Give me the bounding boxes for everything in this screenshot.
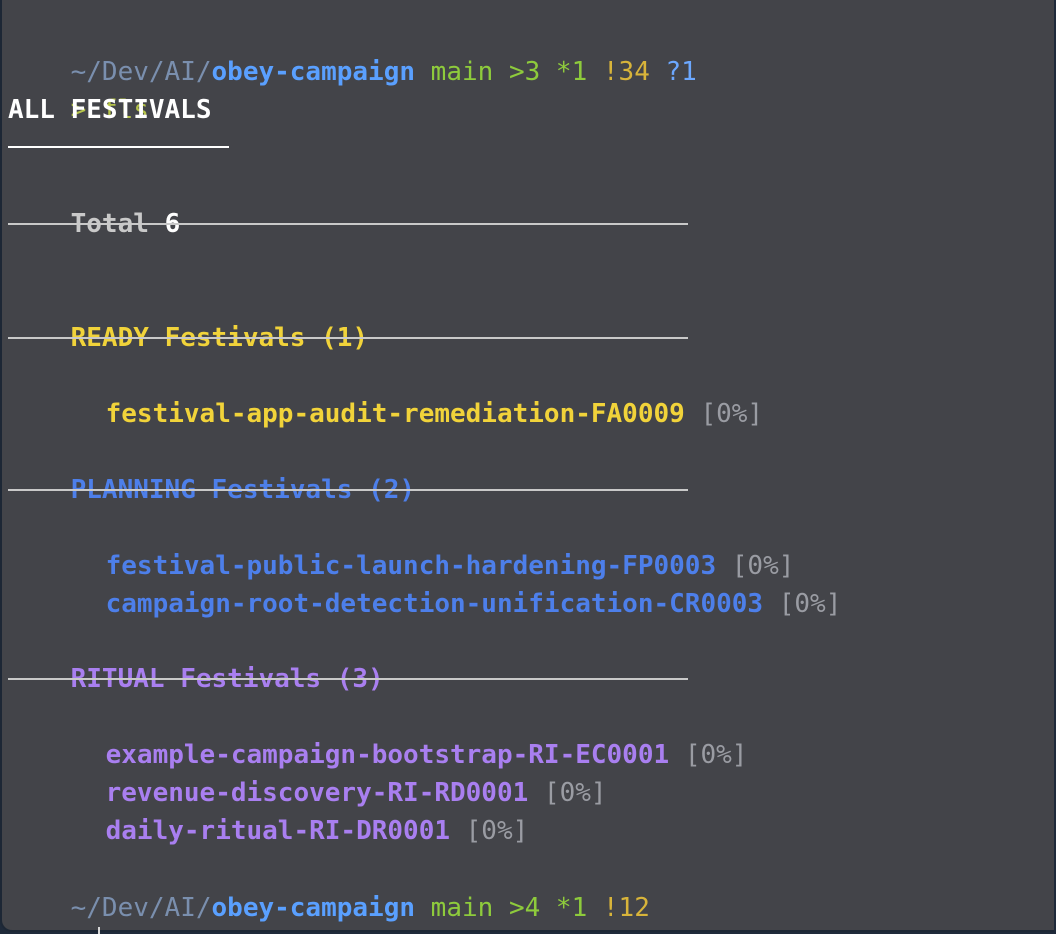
git-branch: main	[430, 57, 494, 87]
git-modified: !34	[602, 57, 650, 87]
group-header-ready: READY Festivals (1)	[8, 281, 368, 353]
group-divider	[8, 337, 688, 339]
list-item: festival-app-audit-remediation-FA0009 [0…	[43, 357, 763, 429]
group-divider	[8, 678, 688, 680]
total-line: Total 6	[8, 167, 181, 239]
input-line[interactable]: >	[8, 889, 101, 934]
festival-name: campaign-root-detection-unification-CR00…	[105, 589, 764, 619]
prompt-repo: obey-campaign	[211, 57, 416, 87]
text-cursor[interactable]	[98, 927, 101, 934]
list-item: daily-ritual-RI-DR0001 [0%]	[43, 774, 529, 846]
list-item: campaign-root-detection-unification-CR00…	[43, 547, 842, 619]
git-untracked: ?1	[665, 57, 697, 87]
git-ahead: >3	[508, 57, 541, 87]
git-modified: !12	[602, 893, 650, 923]
terminal-window[interactable]: ~/Dev/AI/obey-campaign main >3 *1 !34 ?1…	[0, 0, 1054, 934]
prompt-repo: obey-campaign	[211, 893, 416, 923]
git-branch: main	[430, 893, 494, 923]
section-divider	[8, 223, 688, 225]
group-header-planning: PLANNING Festivals (2)	[8, 433, 415, 505]
festival-progress: [0%]	[465, 816, 529, 846]
festival-name: daily-ritual-RI-DR0001	[105, 816, 450, 846]
festival-progress: [0%]	[543, 778, 607, 808]
list-item: example-campaign-bootstrap-RI-EC0001 [0%…	[43, 698, 748, 770]
list-item: revenue-discovery-RI-RD0001 [0%]	[43, 736, 607, 808]
festival-progress: [0%]	[778, 589, 842, 619]
festival-name: festival-app-audit-remediation-FA0009	[105, 399, 685, 429]
git-ahead: >4	[508, 893, 541, 923]
festival-progress: [0%]	[700, 399, 764, 429]
output-heading: ALL FESTIVALS	[8, 95, 212, 125]
heading-underline	[8, 146, 229, 148]
prompt-line-bottom: ~/Dev/AI/obey-campaign main >4 *1 !12	[8, 851, 650, 923]
group-divider	[8, 489, 688, 491]
festival-progress: [0%]	[684, 740, 748, 770]
prompt-line-top: ~/Dev/AI/obey-campaign main >3 *1 !34 ?1	[8, 15, 697, 87]
git-staged: *1	[555, 57, 588, 87]
list-item: festival-public-launch-hardening-FP0003 …	[43, 509, 795, 581]
group-header-ritual: RITUAL Festivals (3)	[8, 622, 384, 694]
git-staged: *1	[555, 893, 588, 923]
command-line: > fls	[8, 53, 149, 125]
